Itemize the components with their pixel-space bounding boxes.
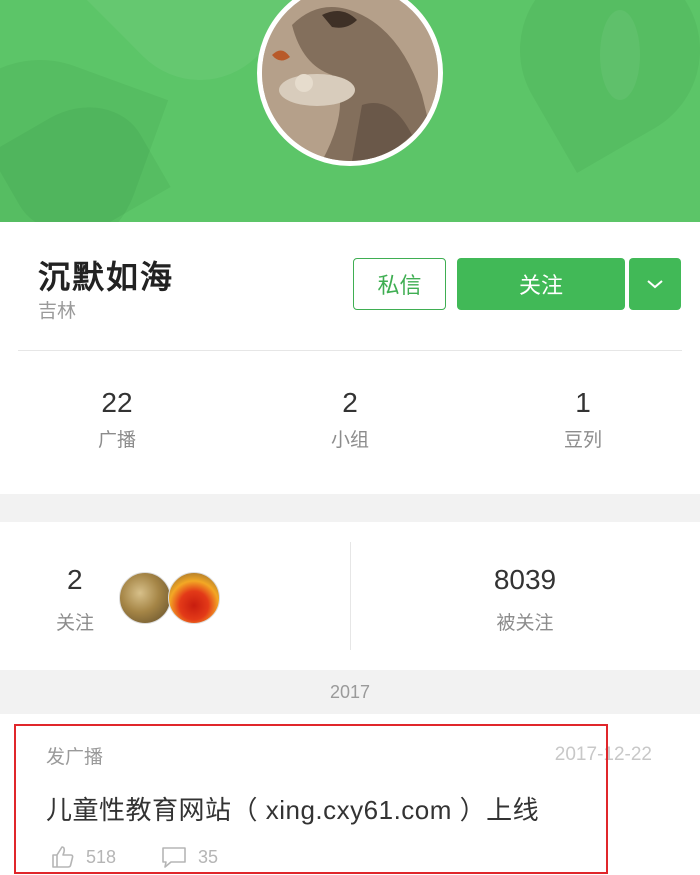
message-button[interactable]: 私信 — [353, 258, 446, 310]
profile-location: 吉林 — [38, 301, 77, 322]
profile-avatar[interactable] — [257, 0, 443, 166]
stat-label: 小组 — [330, 430, 369, 451]
section-gap — [0, 494, 700, 522]
profile-card: 沉默如海 吉林 私信 关注 22 广播 2 小组 1 豆列 — [0, 222, 700, 494]
highlight-box — [14, 724, 608, 874]
stat-label: 豆列 — [563, 430, 602, 451]
profile-banner — [0, 0, 700, 222]
followers-count: 8039 — [493, 564, 557, 595]
more-options-button[interactable] — [629, 258, 681, 310]
following-avatar[interactable] — [168, 572, 220, 624]
stat-groups[interactable]: 2 小组 — [250, 387, 450, 452]
following-label: 关注 — [56, 613, 95, 634]
chevron-down-icon — [647, 280, 663, 289]
timeline-post[interactable]: 发广播 2017-12-22 儿童性教育网站（ xing.cxy61.com ）… — [0, 714, 700, 875]
timeline-year: 2017 — [0, 670, 700, 714]
followers-label: 被关注 — [496, 613, 554, 634]
stat-label: 广播 — [97, 430, 136, 451]
profile-divider — [18, 350, 682, 351]
following-avatar[interactable] — [119, 572, 171, 624]
stat-broadcast[interactable]: 22 广播 — [17, 387, 217, 452]
avatar-image — [262, 0, 438, 161]
follow-section: 2 关注 8039 被关注 — [0, 522, 700, 670]
stat-value: 2 — [342, 387, 358, 418]
follow-button[interactable]: 关注 — [457, 258, 625, 310]
profile-name: 沉默如海 — [38, 259, 175, 295]
following-count: 2 — [67, 564, 83, 595]
stat-value: 1 — [575, 387, 591, 418]
stat-value: 22 — [101, 387, 133, 418]
stat-doulists[interactable]: 1 豆列 — [483, 387, 683, 452]
